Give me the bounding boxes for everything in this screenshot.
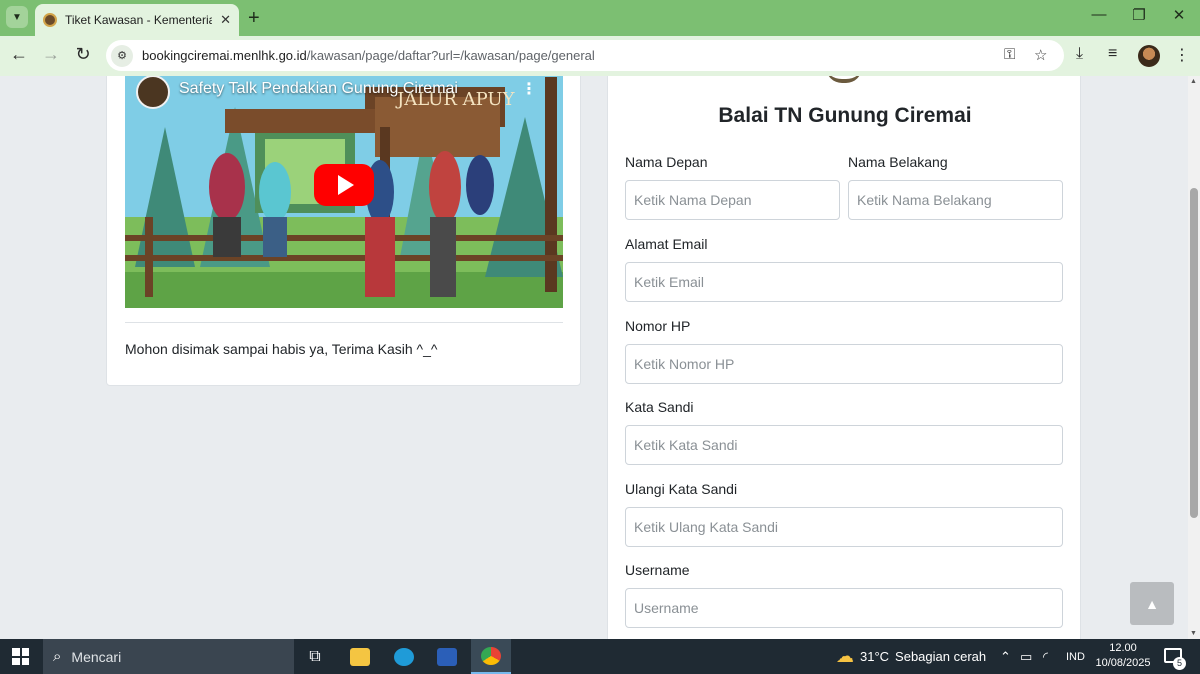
password-key-icon[interactable]: ⚿ <box>1004 46 1015 63</box>
tab-title: Tiket Kawasan - Kementerian Li <box>65 13 213 27</box>
system-clock[interactable]: 12.00 10/08/2025 <box>1092 641 1154 671</box>
new-tab-plus-icon[interactable]: + <box>248 7 260 30</box>
play-button[interactable] <box>314 164 374 206</box>
form-title: Balai TN Gunung Ciremai <box>718 104 972 127</box>
tab-close-icon[interactable]: ✕ <box>220 12 231 28</box>
browser-titlebar: ▼ Tiket Kawasan - Kementerian Li ✕ + — ❐… <box>0 0 1200 36</box>
language-indicator[interactable]: IND <box>1066 639 1085 674</box>
edge-browser-icon[interactable] <box>384 639 424 674</box>
site-info-icon[interactable]: ⚙ <box>111 44 133 67</box>
phone-label: Nomor HP <box>625 318 691 334</box>
page-viewport: JALUR APUY Safety Talk Pendakian Gunung … <box>0 76 1188 639</box>
last-name-label: Nama Belakang <box>848 154 948 170</box>
url-path: /kawasan/page/daftar?url=/kawasan/page/g… <box>306 48 595 63</box>
url-text: bookingciremai.menlhk.go.id/kawasan/page… <box>142 48 595 63</box>
clock-time: 12.00 <box>1109 642 1137 654</box>
back-to-top-button[interactable]: ▲ <box>1130 582 1174 625</box>
bookmark-star-icon[interactable]: ☆ <box>1034 46 1047 64</box>
password-input[interactable]: Ketik Kata Sandi <box>625 425 1063 465</box>
first-name-label: Nama Depan <box>625 154 708 170</box>
video-more-icon[interactable]: ⋮ <box>521 79 537 99</box>
window-minimize-button[interactable]: — <box>1087 6 1111 23</box>
download-icon[interactable]: ⤓ <box>1076 45 1083 63</box>
page-scrollbar[interactable]: ▲ ▼ <box>1188 76 1200 639</box>
registration-form-card: Balai TN Gunung Ciremai Nama Depan Ketik… <box>607 76 1081 639</box>
taskbar-search[interactable]: ⌕ Mencari <box>43 639 294 674</box>
back-arrow-icon[interactable]: ← <box>8 44 30 65</box>
url-host: bookingciremai.menlhk.go.id <box>142 48 307 63</box>
weather-widget[interactable]: ☁ 31°C Sebagian cerah <box>836 639 986 674</box>
weather-description: Sebagian cerah <box>895 649 987 664</box>
youtube-video-embed[interactable]: JALUR APUY Safety Talk Pendakian Gunung … <box>125 76 563 308</box>
confirm-password-label: Ulangi Kata Sandi <box>625 481 738 497</box>
video-title[interactable]: Safety Talk Pendakian Gunung Ciremai <box>179 80 458 98</box>
scrollbar-thumb[interactable] <box>1190 188 1198 518</box>
wifi-icon[interactable]: ◜ <box>1043 639 1048 674</box>
browser-tab-active[interactable]: Tiket Kawasan - Kementerian Li ✕ <box>35 4 239 36</box>
last-name-input[interactable]: Ketik Nama Belakang <box>848 180 1063 220</box>
windows-start-icon[interactable] <box>12 648 29 665</box>
reload-icon[interactable]: ↻ <box>72 44 94 65</box>
email-input[interactable]: Ketik Email <box>625 262 1063 302</box>
word-app-icon[interactable] <box>427 639 467 674</box>
clock-date: 10/08/2025 <box>1095 657 1151 669</box>
chrome-app-icon[interactable] <box>471 639 511 674</box>
task-view-icon[interactable]: ⧉ <box>295 639 335 674</box>
scroll-down-icon[interactable]: ▼ <box>1190 630 1197 637</box>
window-close-button[interactable]: ✕ <box>1167 6 1191 24</box>
menu-kebab-icon[interactable]: ⋮ <box>1174 45 1190 65</box>
battery-icon[interactable]: ▭ <box>1020 639 1032 674</box>
notification-count-badge: 5 <box>1173 657 1186 670</box>
video-card: JALUR APUY Safety Talk Pendakian Gunung … <box>106 76 581 386</box>
username-input[interactable]: Username <box>625 588 1063 628</box>
phone-input[interactable]: Ketik Nomor HP <box>625 344 1063 384</box>
email-label: Alamat Email <box>625 236 708 252</box>
search-icon: ⌕ <box>53 648 62 665</box>
browser-toolbar: ← → ↻ ⚙ bookingciremai.menlhk.go.id/kawa… <box>0 36 1200 76</box>
address-bar[interactable]: ⚙ bookingciremai.menlhk.go.id/kawasan/pa… <box>106 40 1064 71</box>
tab-search-button[interactable]: ▼ <box>6 6 28 28</box>
first-name-input[interactable]: Ketik Nama Depan <box>625 180 840 220</box>
password-label: Kata Sandi <box>625 399 694 415</box>
park-logo <box>826 76 862 83</box>
media-control-icon[interactable]: ≡ <box>1108 45 1117 63</box>
scroll-up-icon[interactable]: ▲ <box>1190 78 1197 85</box>
window-restore-button[interactable]: ❐ <box>1127 6 1151 24</box>
profile-avatar[interactable] <box>1138 45 1160 67</box>
windows-taskbar: ⌕ Mencari ⧉ ☁ 31°C Sebagian cerah ⌃ ▭ ◜ … <box>0 639 1200 674</box>
username-label: Username <box>625 562 690 578</box>
file-explorer-icon[interactable] <box>340 639 380 674</box>
forward-arrow-icon[interactable]: → <box>40 44 62 65</box>
weather-sun-cloud-icon: ☁ <box>836 646 854 666</box>
taskbar-search-text: Mencari <box>71 648 122 665</box>
channel-logo-icon[interactable] <box>136 76 170 109</box>
video-caption: Mohon disimak sampai habis ya, Terima Ka… <box>125 341 438 357</box>
tray-chevron-up-icon[interactable]: ⌃ <box>1000 639 1011 674</box>
confirm-password-input[interactable]: Ketik Ulang Kata Sandi <box>625 507 1063 547</box>
divider <box>125 322 563 323</box>
weather-temperature: 31°C <box>860 649 890 664</box>
site-favicon-icon <box>43 13 57 27</box>
